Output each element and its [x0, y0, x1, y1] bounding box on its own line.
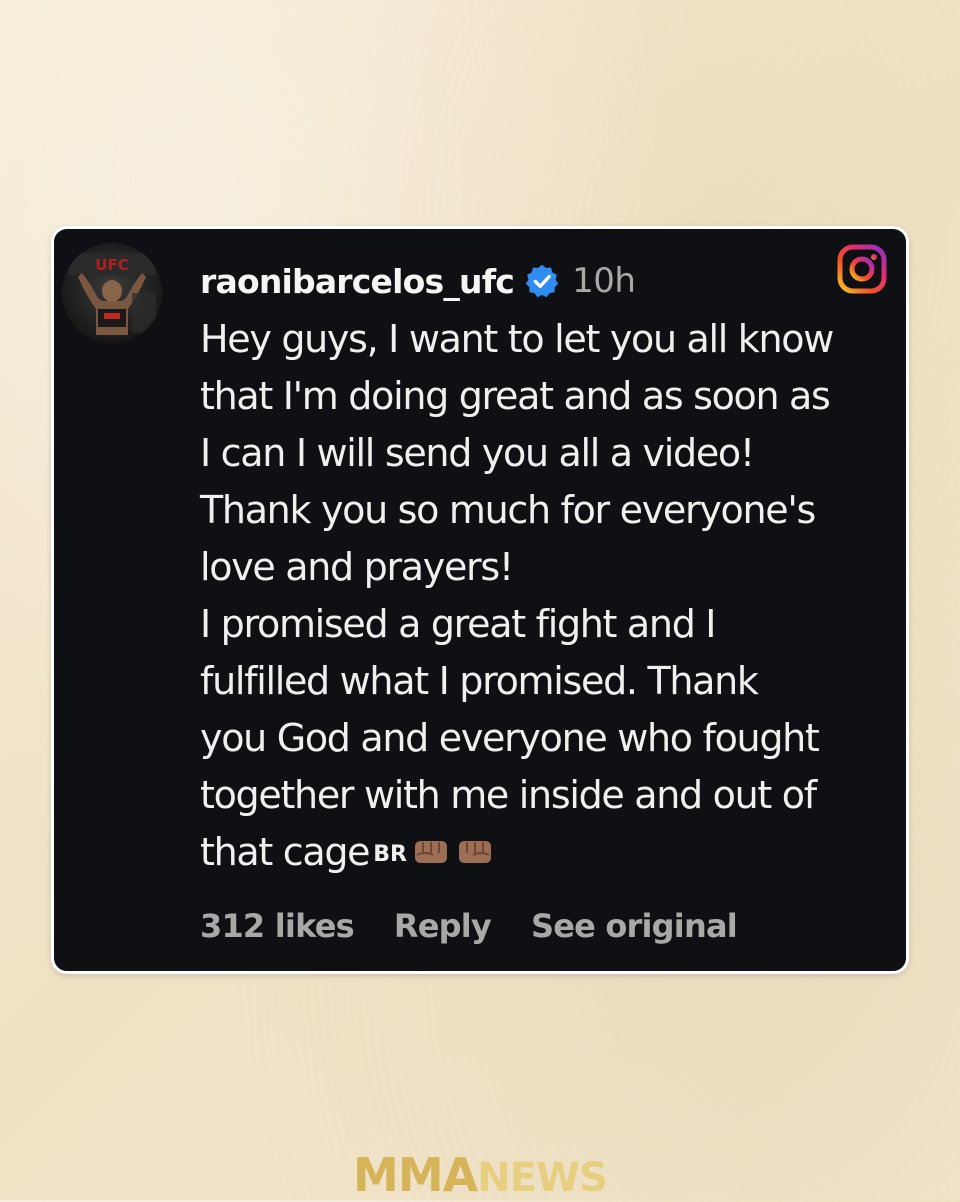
see-original-button[interactable]: See original	[531, 907, 738, 945]
comment-line: that cage	[200, 830, 371, 874]
comment-line: love and prayers!	[200, 545, 514, 589]
avatar[interactable]: UFC	[62, 243, 162, 343]
username[interactable]: raonibarcelos_ufc	[200, 262, 515, 301]
logo-part-news: NEWS	[477, 1155, 608, 1201]
instagram-icon	[837, 244, 887, 294]
mma-news-logo: MMANEWS	[0, 1148, 960, 1202]
fist-bump-icon	[458, 841, 491, 863]
comment-line: Thank you so much for everyone's	[200, 488, 816, 532]
svg-text:UFC: UFC	[95, 256, 128, 274]
likes-count[interactable]: 312 likes	[200, 907, 355, 945]
comment-line: Hey guys, I want to let you all know	[200, 317, 834, 361]
comment-actions: 312 likes Reply See original	[200, 907, 777, 945]
comment-line: you God and everyone who fought	[200, 716, 820, 760]
comment-text: Hey guys, I want to let you all know tha…	[200, 311, 900, 883]
comment-last-line: that cage BR	[200, 824, 900, 883]
timestamp: 10h	[572, 261, 636, 301]
comment-header: raonibarcelos_ufc 10h	[200, 253, 636, 309]
logo-part-mma: MMA	[353, 1148, 478, 1202]
fist-bump-icon	[414, 841, 447, 863]
comment-line: that I'm doing great and as soon as	[200, 374, 831, 418]
flag-code: BR	[373, 842, 407, 867]
comment-line: together with me inside and out of	[200, 773, 817, 817]
comment-line: I can I will send you all a video!	[200, 431, 755, 475]
comment-line: I promised a great fight and I	[200, 602, 717, 646]
comment-line: fulfilled what I promised. Thank	[200, 659, 759, 703]
verified-badge-icon	[525, 264, 559, 298]
comment-card: UFC raonibarcelos_ufc 10h Hey guys, I wa…	[51, 226, 909, 974]
reply-button[interactable]: Reply	[394, 907, 492, 945]
